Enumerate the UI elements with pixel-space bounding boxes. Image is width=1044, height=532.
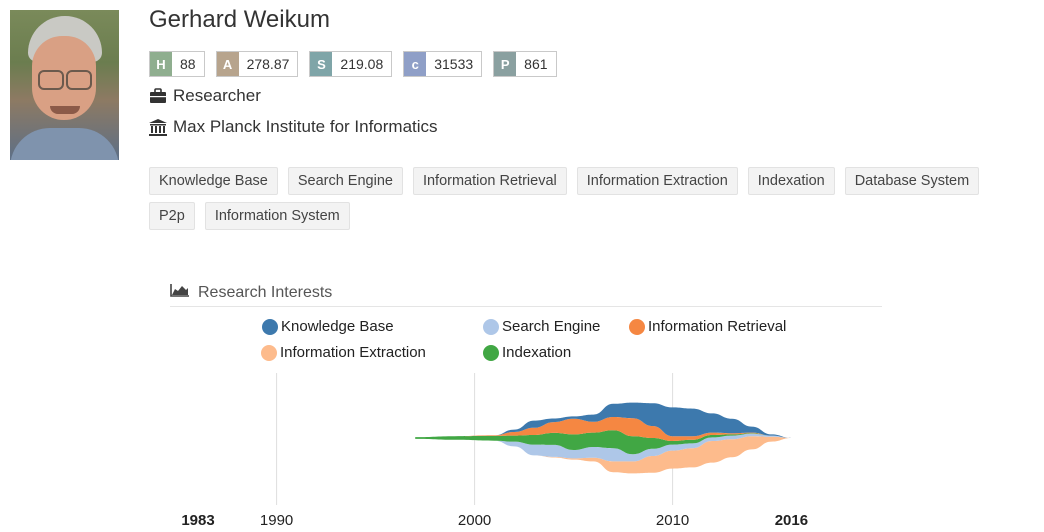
x-tick-label: 1983 bbox=[181, 512, 214, 529]
x-tick-label: 2016 bbox=[775, 512, 808, 529]
research-interests-chart: 1983 1990 2000 2010 2016 bbox=[181, 373, 808, 529]
x-tick-label: 2010 bbox=[656, 512, 689, 529]
x-tick-label: 1990 bbox=[260, 512, 293, 529]
x-tick-label: 2000 bbox=[458, 512, 491, 529]
